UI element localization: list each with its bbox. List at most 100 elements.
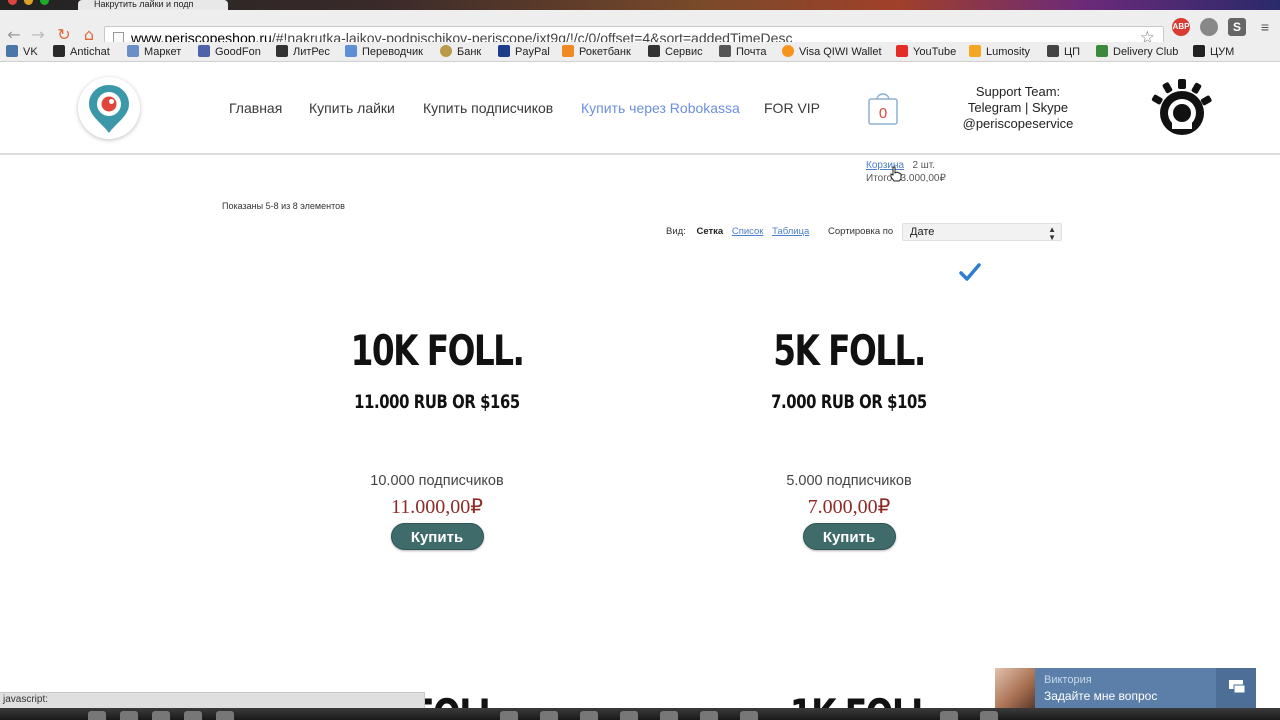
extension-s-icon[interactable]: S (1228, 18, 1246, 36)
bookmark-label: ЦУМ (1210, 46, 1235, 58)
dock-app-icon[interactable] (88, 711, 106, 720)
dock-app-icon[interactable] (700, 711, 718, 720)
product-subtitle: 11.000 RUB OR $165 (354, 391, 520, 413)
adblock-icon[interactable]: ABP (1172, 18, 1190, 36)
bookmarks-bar: VK Antichat Маркет GoodFon ЛитРес Перево… (0, 42, 1280, 62)
paypal-icon (498, 45, 510, 57)
bookmark-litres[interactable]: ЛитРес (276, 44, 330, 60)
bookmark-label: GoodFon (215, 46, 261, 58)
bookmark-mail[interactable]: Почта (719, 44, 767, 60)
service-icon (648, 45, 660, 57)
minimize-window-icon[interactable] (24, 0, 33, 5)
emblem-icon (1151, 79, 1212, 135)
bookmark-label: Почта (736, 46, 767, 58)
buy-button[interactable]: Купить (802, 523, 896, 550)
tsum-icon (1193, 45, 1205, 57)
bookmark-label: Банк (457, 46, 482, 58)
tab-active[interactable]: Накрутить лайки и подп (78, 0, 228, 10)
dock-app-icon[interactable] (620, 711, 638, 720)
bookmark-goodfon[interactable]: GoodFon (198, 44, 261, 60)
translator-icon (345, 45, 357, 57)
product-title: 10K FOLL. (350, 326, 525, 375)
view-list[interactable]: Список (732, 226, 764, 237)
nav-home[interactable]: Главная (229, 100, 282, 116)
bookmark-tsum[interactable]: ЦУМ (1193, 44, 1234, 60)
dock-app-icon[interactable] (184, 711, 202, 720)
bookmark-lumosity[interactable]: Lumosity (969, 44, 1030, 60)
bank-icon (440, 45, 452, 57)
bookmark-delivery-club[interactable]: Delivery Club (1096, 44, 1178, 60)
bookmark-vk[interactable]: VK (6, 44, 38, 60)
mini-cart-row: Корзина 2 шт. (866, 160, 956, 171)
sort-select[interactable]: Дате ▲ ▼ (902, 223, 1062, 242)
bookmark-label: ЦП (1064, 46, 1081, 58)
bookmark-paypal[interactable]: PayPal (498, 44, 550, 60)
product-subtitle: 7.000 RUB OR $105 (771, 391, 927, 413)
dock-app-icon[interactable] (500, 711, 518, 720)
bookmark-youtube[interactable]: YouTube (896, 44, 956, 60)
bookmark-cp[interactable]: ЦП (1047, 44, 1080, 60)
bookmark-rocketbank[interactable]: Рокетбанк (562, 44, 631, 60)
tab-strip: Накрутить лайки и подп (0, 0, 1280, 10)
product-description: 5.000 подписчиков (786, 473, 912, 489)
results-count: Показаны 5-8 из 8 элементов (222, 201, 345, 211)
dock-app-icon[interactable] (540, 711, 558, 720)
support-info: Support Team: Telegram | Skype @periscop… (940, 84, 1096, 132)
dock-app-icon[interactable] (120, 711, 138, 720)
nav-for-vip[interactable]: FOR VIP (764, 100, 820, 116)
bookmark-translator[interactable]: Переводчик (345, 44, 423, 60)
nav-buy-likes[interactable]: Купить лайки (309, 100, 395, 116)
market-icon (127, 45, 139, 57)
litres-icon (276, 45, 288, 57)
vk-icon (6, 45, 18, 57)
chat-button[interactable] (1216, 668, 1256, 708)
product-title: 5K FOLL. (773, 326, 926, 375)
chat-widget[interactable]: Виктория Задайте мне вопрос (995, 668, 1256, 708)
chat-prompt: Задайте мне вопрос (1044, 689, 1158, 703)
status-text: javascript: (3, 694, 49, 705)
dock-app-icon[interactable] (980, 711, 998, 720)
dock-app-icon[interactable] (660, 711, 678, 720)
menu-icon[interactable]: ≡ (1256, 18, 1274, 36)
bookmark-label: VK (23, 46, 38, 58)
bookmark-qiwi[interactable]: Visa QIWI Wallet (782, 44, 882, 60)
view-table[interactable]: Таблица (772, 226, 809, 237)
bookmark-bank[interactable]: Банк (440, 44, 481, 60)
lumosity-icon (969, 45, 981, 57)
bookmark-label: Visa QIWI Wallet (799, 46, 882, 58)
hand-cursor-icon (890, 166, 902, 182)
bookmark-label: PayPal (515, 46, 550, 58)
view-grid[interactable]: Сетка (696, 226, 723, 237)
agent-name: Виктория (1044, 674, 1092, 686)
close-window-icon[interactable] (8, 0, 17, 5)
buy-button[interactable]: Купить (390, 523, 484, 550)
dock-app-icon[interactable] (580, 711, 598, 720)
support-channels: Telegram | Skype (967, 100, 1069, 115)
view-switcher: Вид: Сетка Список Таблица (666, 226, 809, 237)
extension-icon[interactable] (1200, 18, 1218, 36)
rocketbank-icon (562, 45, 574, 57)
checkmark-icon (959, 263, 981, 281)
tab-title: Накрутить лайки и подп (94, 0, 194, 9)
dock-app-icon[interactable] (940, 711, 958, 720)
nav-robokassa[interactable]: Купить через Robokassa (581, 100, 740, 116)
browser-toolbar: ← → ↻ ⌂ www.periscopeshop.ru/#!nakrutka-… (0, 10, 1280, 50)
dock-app-icon[interactable] (152, 711, 170, 720)
dock-app-icon[interactable] (740, 711, 758, 720)
support-handle: @periscopeservice (962, 116, 1074, 131)
cart-qty: 2 шт. (912, 160, 936, 171)
goodfon-icon (198, 45, 210, 57)
agent-avatar (995, 668, 1035, 708)
bookmark-market[interactable]: Маркет (127, 44, 181, 60)
periscope-logo[interactable] (78, 77, 140, 139)
zoom-window-icon[interactable] (40, 0, 49, 5)
product-price: 7.000,00₽ (807, 496, 891, 518)
bookmark-antichat[interactable]: Antichat (53, 44, 110, 60)
view-label: Вид: (666, 226, 686, 237)
cart-count: 0 (878, 105, 888, 122)
support-title: Support Team: (975, 84, 1061, 99)
mail-icon (719, 45, 731, 57)
bookmark-service[interactable]: Сервис (648, 44, 703, 60)
nav-buy-followers[interactable]: Купить подписчиков (423, 100, 553, 116)
dock-app-icon[interactable] (216, 711, 234, 720)
